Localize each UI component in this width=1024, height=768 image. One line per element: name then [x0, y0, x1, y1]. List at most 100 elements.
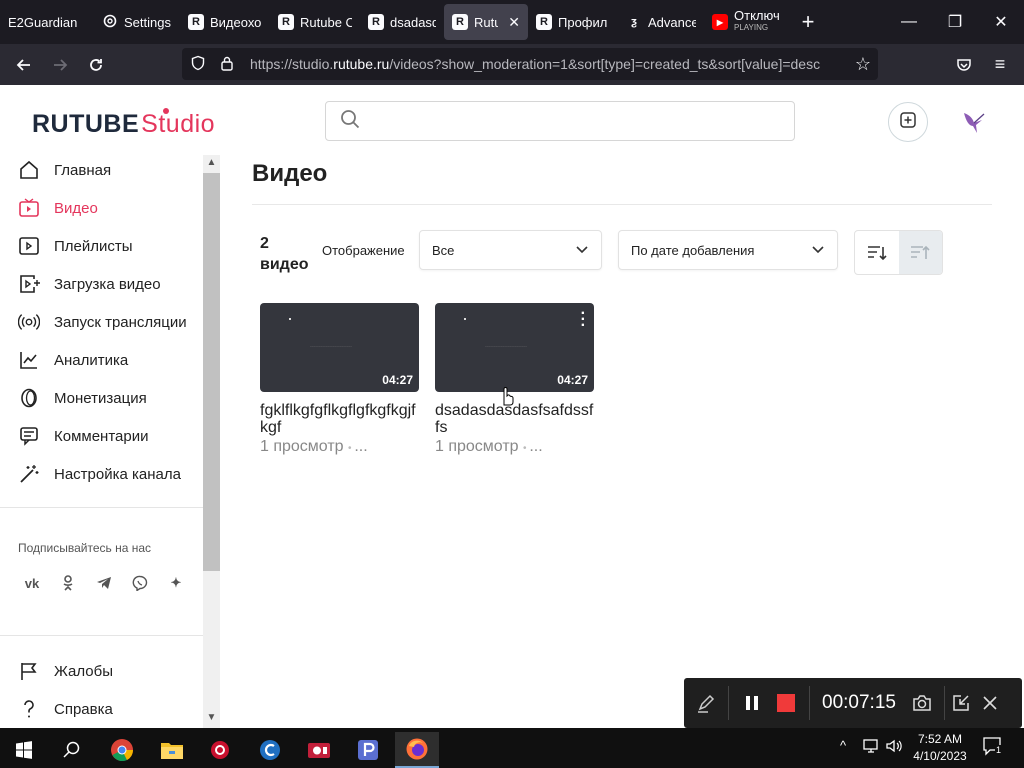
- playlist-icon: [18, 235, 40, 257]
- sidebar-item-home[interactable]: Главная: [18, 151, 208, 189]
- new-tab-button[interactable]: +: [790, 9, 826, 35]
- sort-descending-button[interactable]: [855, 231, 899, 274]
- address-bar[interactable]: https://studio.rutube.ru/videos?show_mod…: [182, 48, 878, 80]
- tab-rutube-active[interactable]: R Rutub ✕: [444, 4, 528, 40]
- sort-ascending-button[interactable]: [898, 231, 942, 274]
- search-box[interactable]: [325, 101, 795, 141]
- sort-descending-icon: [867, 245, 887, 260]
- stop-button[interactable]: [769, 678, 803, 728]
- tab-rutube-studio[interactable]: R Rutube С: [270, 4, 360, 40]
- tab-e2guardian[interactable]: E2Guardian -: [0, 4, 88, 40]
- close-icon[interactable]: ✕: [508, 14, 520, 31]
- video-thumbnail[interactable]: ~~~~~~~~~~~~~~~~~~~~~~~~ · · · 04:27: [435, 303, 594, 392]
- windows-start-icon[interactable]: [2, 732, 46, 768]
- tab-dsadasda[interactable]: R dsadasda: [360, 4, 444, 40]
- rutube-studio-logo[interactable]: RUTUBEStudio: [32, 108, 215, 139]
- video-views: 1 просмотр: [435, 438, 519, 455]
- tray-overflow-icon[interactable]: ^: [840, 738, 846, 753]
- comments-icon: [18, 425, 40, 447]
- pocket-icon[interactable]: [946, 49, 982, 81]
- stop-icon: [777, 694, 795, 712]
- video-title[interactable]: dsadasdasdasfsafdssffs: [435, 402, 595, 436]
- sidebar-item-video[interactable]: Видео: [18, 189, 208, 227]
- filter-select[interactable]: Все: [419, 230, 602, 270]
- close-recorder-icon[interactable]: [977, 678, 1003, 728]
- tab-rutube-video[interactable]: R Видеохо: [180, 4, 270, 40]
- viber-icon[interactable]: [126, 569, 154, 597]
- tab-youtube[interactable]: ▶ Отключ PLAYING: [704, 4, 790, 40]
- follow-us-label: Подписывайтесь на нас: [18, 541, 152, 555]
- close-window-button[interactable]: ✕: [978, 0, 1024, 44]
- p-app-icon[interactable]: [346, 732, 390, 768]
- video-title[interactable]: fgklflkgfgflkgflgfkgfkgjfkgf: [260, 402, 420, 436]
- screen-recorder-app-icon[interactable]: [297, 732, 341, 768]
- volume-icon[interactable]: [885, 738, 903, 757]
- video-card[interactable]: ~~~~~~~~~~~~~~~~~~~~~~~~ · · · 04:27 dsada…: [435, 303, 595, 456]
- search-icon[interactable]: [50, 732, 94, 768]
- back-button[interactable]: [6, 49, 42, 81]
- chrome-icon[interactable]: [100, 732, 144, 768]
- video-more-meta: ...: [529, 438, 543, 455]
- annotate-pen-icon[interactable]: [684, 678, 728, 728]
- avatar[interactable]: [953, 102, 993, 142]
- firefox-icon[interactable]: [395, 732, 439, 768]
- sidebar-item-label: Настройка канала: [54, 465, 181, 483]
- tab-settings[interactable]: Settings: [88, 4, 180, 40]
- sidebar-item-upload[interactable]: Загрузка видео: [18, 265, 208, 303]
- create-button[interactable]: [888, 102, 928, 142]
- scroll-up-arrow-icon[interactable]: ▲: [205, 157, 218, 171]
- sidebar-item-broadcast[interactable]: Запуск трансляции: [18, 303, 208, 341]
- app-red-gear-icon[interactable]: [198, 732, 242, 768]
- dzen-icon[interactable]: ✦: [162, 569, 190, 597]
- clock-time: 7:52 AM: [917, 732, 963, 746]
- menu-icon[interactable]: ≡: [982, 49, 1018, 81]
- vk-icon[interactable]: vk: [18, 569, 46, 597]
- sidebar-item-channel-settings[interactable]: Настройка канала: [18, 455, 208, 493]
- video-card[interactable]: ~~~~~~~~~~~~~~~~~~~~~~~~ 04:27 fgklflkgf…: [260, 303, 420, 456]
- sidebar-item-comments[interactable]: Комментарии: [18, 417, 208, 455]
- tab-advance[interactable]: ƺ Advance: [618, 4, 704, 40]
- sort-ascending-icon: [911, 245, 930, 259]
- sidebar-scroll-thumb[interactable]: [203, 173, 220, 571]
- tab-profile[interactable]: R Профил: [528, 4, 618, 40]
- shield-icon[interactable]: [190, 55, 206, 74]
- ccleaner-icon[interactable]: [248, 732, 292, 768]
- lock-icon[interactable]: [220, 55, 234, 74]
- notification-center-icon[interactable]: 1: [982, 736, 1004, 759]
- sort-select[interactable]: По дате добавления: [618, 230, 838, 270]
- pause-button[interactable]: [735, 678, 769, 728]
- ok-icon[interactable]: [54, 569, 82, 597]
- channel-settings-icon: [18, 463, 40, 485]
- sidebar-item-analytics[interactable]: Аналитика: [18, 341, 208, 379]
- video-thumbnail[interactable]: ~~~~~~~~~~~~~~~~~~~~~~~~ 04:27: [260, 303, 419, 392]
- sidebar-item-help[interactable]: Справка: [18, 690, 208, 728]
- reload-button[interactable]: [78, 49, 114, 81]
- sidebar-item-complaints[interactable]: Жалобы: [18, 652, 208, 690]
- flag-icon: [18, 660, 40, 682]
- screenshot-camera-icon[interactable]: [908, 678, 936, 728]
- minimize-recorder-icon[interactable]: [945, 678, 977, 728]
- forward-button[interactable]: [42, 49, 78, 81]
- windows-taskbar: ^ 7:52 AM 4/10/2023 1: [0, 728, 1024, 768]
- tab-title: dsadasda: [390, 14, 436, 30]
- search-input[interactable]: [370, 112, 790, 130]
- telegram-icon[interactable]: [90, 569, 118, 597]
- sidebar-item-playlists[interactable]: Плейлисты: [18, 227, 208, 265]
- file-explorer-icon[interactable]: [150, 732, 194, 768]
- gear-icon: [102, 13, 118, 32]
- minimize-button[interactable]: —: [886, 0, 932, 44]
- bookmark-star-icon[interactable]: ☆: [845, 49, 881, 81]
- scroll-down-arrow-icon[interactable]: ▼: [205, 712, 218, 726]
- network-icon[interactable]: [862, 738, 880, 757]
- video-more-meta: ...: [354, 438, 368, 455]
- tab-title: Advance: [648, 14, 696, 30]
- system-clock[interactable]: 7:52 AM 4/10/2023: [908, 731, 972, 765]
- youtube-icon: ▶: [712, 14, 728, 30]
- tab-title: Видеохо: [210, 14, 262, 30]
- more-options-icon[interactable]: · · ·: [581, 306, 586, 334]
- sidebar-item-monetization[interactable]: Монетизация: [18, 379, 208, 417]
- chevron-down-icon: [575, 242, 589, 259]
- maximize-button[interactable]: ❐: [932, 0, 978, 44]
- advance-icon: ƺ: [631, 16, 637, 28]
- video-count-word: видео: [260, 256, 309, 273]
